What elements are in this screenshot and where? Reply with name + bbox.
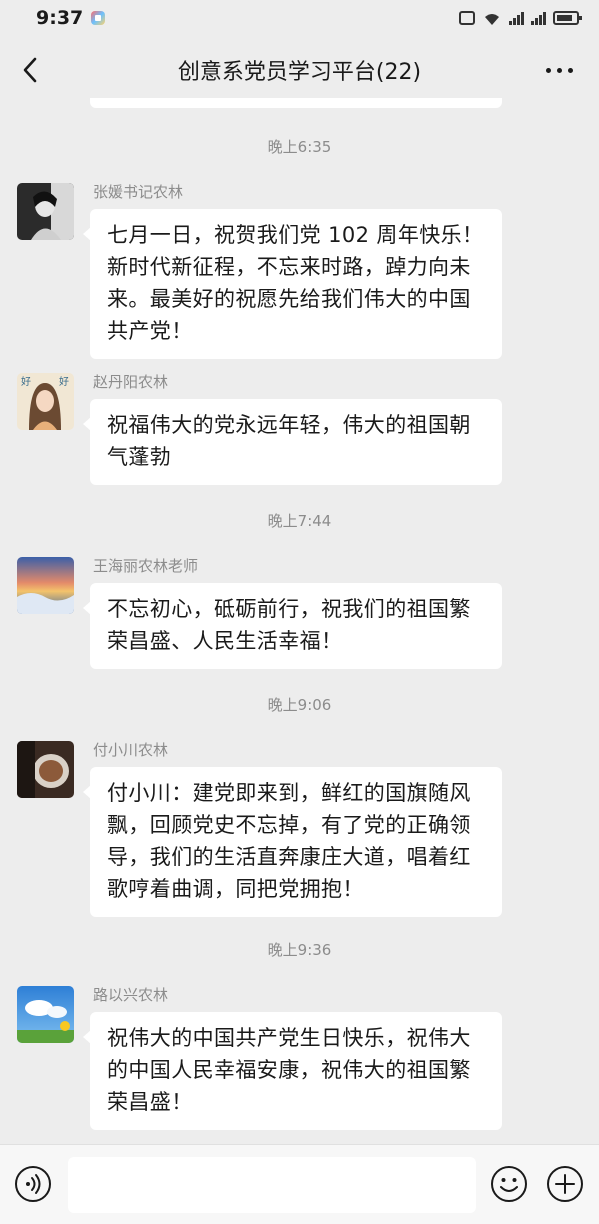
- avatar[interactable]: [17, 557, 74, 614]
- avatar[interactable]: 好 好: [17, 373, 74, 430]
- previous-message-bubble: [90, 98, 502, 108]
- signal-5g-icon: [509, 11, 524, 25]
- timestamp: 晚上9:36: [267, 941, 332, 959]
- signal-4g-icon: [531, 11, 546, 25]
- sender-name: 张媛书记农林: [93, 183, 184, 201]
- plus-icon: [547, 1166, 583, 1202]
- avatar[interactable]: [17, 741, 74, 798]
- message-bubble[interactable]: 祝伟大的中国共产党生日快乐，祝伟大的中国人民幸福安康，祝伟大的祖国繁荣昌盛！: [83, 1012, 502, 1130]
- input-bar: [0, 1144, 599, 1224]
- emoji-icon: [491, 1166, 527, 1202]
- timestamp: 晚上9:06: [267, 696, 332, 714]
- sender-name: 赵丹阳农林: [93, 373, 169, 391]
- wifi-icon: [485, 14, 499, 25]
- chevron-left-icon: [23, 57, 37, 83]
- timestamp: 晚上7:44: [267, 512, 332, 530]
- timestamp: 晚上6:35: [267, 138, 332, 156]
- sender-name: 路以兴农林: [93, 986, 169, 1004]
- app-notification-icon: [91, 11, 106, 25]
- avatar[interactable]: [17, 183, 74, 240]
- svg-text:好: 好: [59, 376, 69, 388]
- chat-title: 创意系党员学习平台(22): [177, 60, 422, 85]
- svg-text:好: 好: [21, 376, 31, 388]
- battery-icon: [553, 11, 582, 25]
- more-options-button[interactable]: [539, 56, 579, 84]
- more-dots-icon: [545, 67, 551, 73]
- avatar[interactable]: [17, 986, 74, 1043]
- message-bubble[interactable]: 祝福伟大的党永远年轻，伟大的祖国朝气蓬勃: [83, 399, 502, 485]
- voice-icon: [15, 1166, 51, 1202]
- status-bar: 9:37: [0, 0, 599, 36]
- message-list[interactable]: 晚上6:35 张媛书记农林 七月一日，祝贺我们党 102 周年快乐！新时代新征程…: [0, 98, 599, 1144]
- message-input[interactable]: [68, 1157, 476, 1213]
- more-functions-button[interactable]: [546, 1165, 584, 1203]
- back-button[interactable]: [14, 54, 46, 86]
- chat-screen: 9:37 创意系党员学习平台(22) 晚上6:35 张媛书记农林 七月一日，祝贺…: [0, 0, 599, 1224]
- voice-button[interactable]: [14, 1165, 52, 1203]
- status-time: 9:37: [36, 7, 84, 29]
- sender-name: 付小川农林: [93, 741, 169, 759]
- sender-name: 王海丽农林老师: [93, 557, 199, 575]
- emoji-button[interactable]: [490, 1165, 528, 1203]
- vibrate-icon: [459, 11, 475, 25]
- message-bubble[interactable]: 七月一日，祝贺我们党 102 周年快乐！新时代新征程，不忘来时路，踔力向未来。最…: [83, 209, 502, 359]
- chat-header: 创意系党员学习平台(22): [0, 36, 599, 104]
- message-bubble[interactable]: 不忘初心，砥砺前行，祝我们的祖国繁荣昌盛、人民生活幸福！: [83, 583, 502, 669]
- message-bubble[interactable]: 付小川：建党即来到，鲜红的国旗随风飘，回顾党史不忘掉，有了党的正确领导，我们的生…: [83, 767, 502, 917]
